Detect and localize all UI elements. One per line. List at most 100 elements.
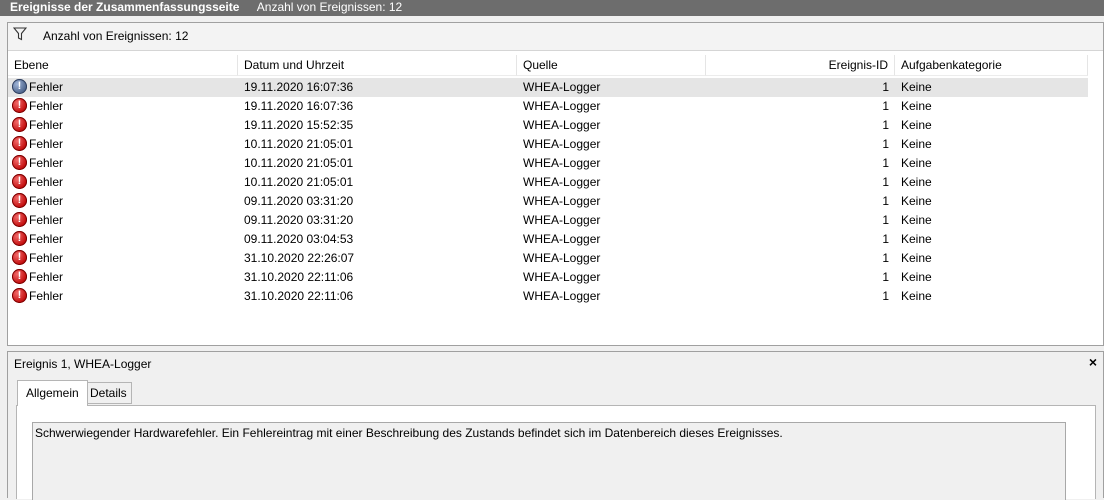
level-text: Fehler: [29, 99, 64, 113]
error-icon: !: [12, 212, 27, 228]
level-text: Fehler: [29, 80, 64, 94]
filter-bar: Anzahl von Ereignissen: 12: [8, 23, 1103, 51]
cell-event-id: 1: [882, 213, 889, 227]
level-text: Fehler: [29, 213, 64, 227]
cell-event-id: 1: [882, 99, 889, 113]
cell-event-id: 1: [882, 175, 889, 189]
table-row[interactable]: ! Fehler 19.11.2020 16:07:36 WHEA-Logger 1 Ke…: [8, 97, 1088, 116]
filter-icon[interactable]: [13, 27, 27, 41]
table-row[interactable]: ! Fehler 10.11.2020 21:05:01 WHEA-Logger 1 Ke…: [8, 154, 1088, 173]
cell-date: 09.11.2020 03:31:20: [244, 194, 354, 208]
detail-title: Ereignis 1, WHEA-Logger: [14, 357, 152, 371]
level-text: Fehler: [29, 137, 64, 151]
error-icon: !: [12, 193, 27, 209]
titlebar-event-count: Anzahl von Ereignissen: 12: [256, 0, 403, 14]
cell-date: 31.10.2020 22:26:07: [244, 251, 355, 265]
error-icon: !: [12, 250, 27, 266]
cell-source: WHEA-Logger: [523, 156, 601, 170]
error-icon: !: [12, 174, 27, 190]
close-icon[interactable]: ×: [1089, 355, 1097, 369]
cell-category: Keine: [901, 213, 932, 227]
cell-source: WHEA-Logger: [523, 270, 601, 284]
cell-level: ! Fehler: [12, 230, 63, 249]
page-title: Ereignisse der Zusammenfassungsseite: [10, 0, 240, 14]
event-description: Schwerwiegender Hardwarefehler. Ein Fehl…: [35, 426, 783, 440]
table-header: Ebene Datum und Uhrzeit Quelle Ereignis-…: [8, 55, 1088, 77]
cell-date: 10.11.2020 21:05:01: [244, 156, 354, 170]
column-header-event-id[interactable]: Ereignis-ID: [706, 55, 895, 76]
error-icon: !: [12, 79, 27, 95]
cell-date: 19.11.2020 15:52:35: [244, 118, 354, 132]
cell-source: WHEA-Logger: [523, 289, 601, 303]
cell-category: Keine: [901, 137, 932, 151]
cell-event-id: 1: [882, 270, 889, 284]
tab-details[interactable]: Details: [85, 382, 132, 404]
cell-category: Keine: [901, 118, 932, 132]
table-row[interactable]: ! Fehler 09.11.2020 03:31:20 WHEA-Logger 1 Ke…: [8, 192, 1088, 211]
table-row[interactable]: ! Fehler 09.11.2020 03:31:20 WHEA-Logger 1 Ke…: [8, 211, 1088, 230]
cell-date: 09.11.2020 03:31:20: [244, 213, 354, 227]
cell-event-id: 1: [882, 156, 889, 170]
cell-category: Keine: [901, 80, 932, 94]
event-description-box[interactable]: Schwerwiegender Hardwarefehler. Ein Fehl…: [32, 422, 1066, 500]
cell-category: Keine: [901, 251, 932, 265]
cell-category: Keine: [901, 289, 932, 303]
column-header-source[interactable]: Quelle: [517, 55, 706, 76]
error-icon: !: [12, 136, 27, 152]
table-row[interactable]: ! Fehler 09.11.2020 03:04:53 WHEA-Logger 1 Ke…: [8, 230, 1088, 249]
column-header-category[interactable]: Aufgabenkategorie: [895, 55, 1088, 76]
cell-category: Keine: [901, 156, 932, 170]
level-text: Fehler: [29, 289, 64, 303]
window-titlebar: Ereignisse der Zusammenfassungsseite Anz…: [0, 0, 1104, 16]
cell-event-id: 1: [882, 251, 889, 265]
cell-level: ! Fehler: [12, 287, 63, 306]
table-row[interactable]: ! Fehler 19.11.2020 15:52:35 WHEA-Logger 1 Ke…: [8, 116, 1088, 135]
error-icon: !: [12, 155, 27, 171]
error-icon: !: [12, 98, 27, 114]
cell-level: ! Fehler: [12, 116, 63, 135]
tab-content-general: Schwerwiegender Hardwarefehler. Ein Fehl…: [16, 405, 1096, 500]
table-row[interactable]: ! Fehler 31.10.2020 22:11:06 WHEA-Logger 1 Ke…: [8, 287, 1088, 306]
cell-level: ! Fehler: [12, 211, 63, 230]
cell-date: 31.10.2020 22:11:06: [244, 289, 354, 303]
level-text: Fehler: [29, 156, 64, 170]
filter-event-count: Anzahl von Ereignissen: 12: [43, 29, 189, 43]
cell-category: Keine: [901, 175, 932, 189]
cell-source: WHEA-Logger: [523, 175, 601, 189]
cell-event-id: 1: [882, 289, 889, 303]
cell-source: WHEA-Logger: [523, 232, 601, 246]
column-header-date[interactable]: Datum und Uhrzeit: [238, 55, 517, 76]
cell-source: WHEA-Logger: [523, 99, 601, 113]
column-header-level[interactable]: Ebene: [8, 55, 238, 76]
cell-event-id: 1: [882, 80, 889, 94]
table-row[interactable]: ! Fehler 19.11.2020 16:07:36 WHEA-Logger 1 Ke…: [8, 78, 1088, 97]
cell-category: Keine: [901, 232, 932, 246]
cell-source: WHEA-Logger: [523, 251, 601, 265]
cell-category: Keine: [901, 194, 932, 208]
table-row[interactable]: ! Fehler 31.10.2020 22:11:06 WHEA-Logger 1 Ke…: [8, 268, 1088, 287]
cell-level: ! Fehler: [12, 192, 63, 211]
cell-event-id: 1: [882, 118, 889, 132]
cell-source: WHEA-Logger: [523, 213, 601, 227]
cell-date: 09.11.2020 03:04:53: [244, 232, 354, 246]
cell-date: 10.11.2020 21:05:01: [244, 137, 354, 151]
cell-level: ! Fehler: [12, 97, 63, 116]
tab-allgemein[interactable]: Allgemein: [17, 380, 88, 406]
level-text: Fehler: [29, 118, 64, 132]
table-row[interactable]: ! Fehler 31.10.2020 22:26:07 WHEA-Logger 1 Ke…: [8, 249, 1088, 268]
cell-level: ! Fehler: [12, 249, 63, 268]
cell-date: 19.11.2020 16:07:36: [244, 99, 354, 113]
cell-level: ! Fehler: [12, 268, 63, 287]
event-list-panel: Anzahl von Ereignissen: 12 Ebene Datum u…: [7, 22, 1104, 346]
cell-date: 10.11.2020 21:05:01: [244, 175, 354, 189]
error-icon: !: [12, 231, 27, 247]
table-row[interactable]: ! Fehler 10.11.2020 21:05:01 WHEA-Logger 1 Ke…: [8, 173, 1088, 192]
table-row[interactable]: ! Fehler 10.11.2020 21:05:01 WHEA-Logger 1 Ke…: [8, 135, 1088, 154]
cell-level: ! Fehler: [12, 154, 63, 173]
error-icon: !: [12, 117, 27, 133]
error-icon: !: [12, 269, 27, 285]
level-text: Fehler: [29, 175, 64, 189]
level-text: Fehler: [29, 194, 64, 208]
cell-date: 31.10.2020 22:11:06: [244, 270, 354, 284]
cell-category: Keine: [901, 270, 932, 284]
